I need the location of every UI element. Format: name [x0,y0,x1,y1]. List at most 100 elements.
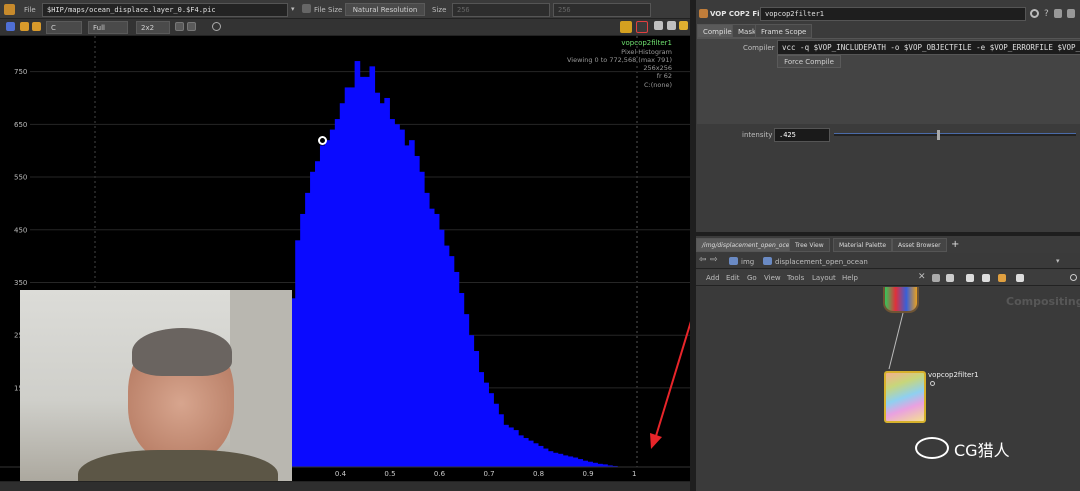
intensity-slider-handle[interactable] [936,130,940,140]
headphones-icon[interactable] [636,21,648,33]
pin-icon[interactable] [1067,9,1075,18]
vop-node-name[interactable]: vopcop2filter1 [928,371,979,379]
lock-icon[interactable] [1054,9,1062,18]
intensity-slider-track[interactable] [834,130,1076,140]
histogram-bar [339,103,346,467]
res-select[interactable]: Full [88,21,128,34]
histogram-bar [438,229,445,467]
histogram-bar [468,335,475,467]
flipbook-icon[interactable] [4,4,15,15]
histogram-bar [423,192,430,467]
network-tab-bar: /img/displacement_open_ocean Tree View M… [696,238,1080,252]
menu-edit[interactable]: Edit [726,274,740,282]
node-output-icon [930,381,935,386]
menu-layout[interactable]: Layout [812,274,836,282]
resolution-select[interactable]: Natural Resolution [345,3,425,16]
path-child[interactable]: displacement_open_ocean [775,258,868,266]
compiler-panel: Compiler vcc -q $VOP_INCLUDEPATH -o $VOP… [697,38,1080,124]
alpha-icon[interactable] [32,22,41,31]
size-label: Size [432,6,447,14]
y-tick-label: 350 [14,279,27,287]
network-canvas[interactable]: Compositing vopcop2filter1 CG猎人 [696,287,1080,491]
histogram-bar [389,119,395,468]
histogram-bar [547,451,554,467]
menu-go[interactable]: Go [747,274,757,282]
histogram-bar [493,403,499,467]
network-menu-bar: Add Edit Go View Tools Layout Help ✕ [696,270,1080,286]
histogram-bar [324,140,331,467]
network-search-icon[interactable] [1070,274,1077,281]
compare-icon[interactable] [667,21,676,30]
histogram-bar [349,87,356,467]
help-icon[interactable]: ? [1044,9,1049,19]
zoom-in-icon[interactable] [175,22,184,31]
back-arrow-icon[interactable]: ⇦ [699,255,707,265]
info-icon[interactable] [212,22,221,31]
color-swatch-icon[interactable] [20,22,29,31]
snapshot-icon[interactable] [620,21,632,33]
force-compile-button[interactable]: Force Compile [777,55,841,68]
webcam-overlay [20,290,292,490]
tab-frame-scope[interactable]: Frame Scope [755,24,813,38]
histogram-bar [518,435,524,467]
grid-icon[interactable] [946,274,954,282]
histogram-bar [522,438,529,467]
histogram-bar [498,414,504,467]
menu-view[interactable]: View [764,274,781,282]
histogram-bar [295,240,301,467]
forward-arrow-icon[interactable]: ⇨ [710,255,718,265]
histogram-toggle-icon[interactable] [679,21,688,30]
menu-tools[interactable]: Tools [787,274,804,282]
menu-add[interactable]: Add [706,274,720,282]
gear-icon[interactable] [1030,9,1039,18]
chevron-down-icon[interactable]: ▾ [1056,257,1060,265]
histogram-bar [478,372,485,467]
color-palette-icon[interactable] [982,274,990,282]
menu-help[interactable]: Help [842,274,858,282]
histogram-bar [592,462,598,467]
histogram-bar [572,457,579,467]
histogram-bar [513,430,519,467]
context-label: Compositing [1006,295,1080,308]
tab-network-path[interactable]: /img/displacement_open_ocean [696,238,803,252]
histogram-bar [463,314,470,467]
wrench-icon[interactable]: ✕ [918,272,926,282]
histogram-bar [458,293,465,467]
chevron-down-icon[interactable]: ▾ [291,5,295,13]
histogram-bar [448,256,455,467]
node-name-field[interactable]: vopcop2filter1 [760,7,1026,21]
grid-view-icon[interactable] [654,21,663,30]
histogram-bar [503,424,509,467]
sticky-note-icon[interactable] [966,274,974,282]
add-tab-icon[interactable]: + [951,239,959,250]
path-root[interactable]: img [741,258,754,266]
grid-select[interactable]: 2x2 [136,21,170,34]
histogram-node-name: vopcop2filter1 [621,39,672,47]
intensity-field[interactable]: .425 [774,128,830,142]
tab-tree-view[interactable]: Tree View [789,238,830,252]
x-tick-label: 0.7 [483,470,494,478]
tab-asset-browser[interactable]: Asset Browser [892,238,947,252]
dependency-icon[interactable] [1016,274,1024,282]
upstream-node[interactable] [883,287,919,313]
size-height-field[interactable]: 256 [553,3,651,17]
compiler-command-field[interactable]: vcc -q $VOP_INCLUDEPATH -o $VOP_OBJECTFI… [777,40,1080,55]
watermark-logo-icon [915,437,949,459]
histogram-viewer[interactable]: 750 650 550 450 350 25 15 0.4 0.5 0.6 0.7 0.8 0.9 1 v… [0,36,743,490]
histogram-bar [310,171,316,468]
vop-node[interactable] [884,371,926,423]
display-options-icon[interactable] [6,22,15,31]
histogram-resolution: 256x256 [643,64,672,72]
zoom-out-icon[interactable] [187,22,196,31]
file-size-icon [302,4,311,13]
layout-tool-icon[interactable] [932,274,940,282]
size-width-field[interactable]: 256 [452,3,550,17]
shape-palette-icon[interactable] [998,274,1006,282]
histogram-bar [562,455,569,467]
histogram-frame: fr 62 [656,72,672,80]
tab-material-palette[interactable]: Material Palette [833,238,893,252]
file-path-field[interactable]: $HIP/maps/ocean_displace.layer_0.$F4.pic [42,3,288,17]
plane-select[interactable]: C [46,21,82,34]
histogram-bar [374,92,381,467]
x-tick-label: 0.8 [533,470,544,478]
